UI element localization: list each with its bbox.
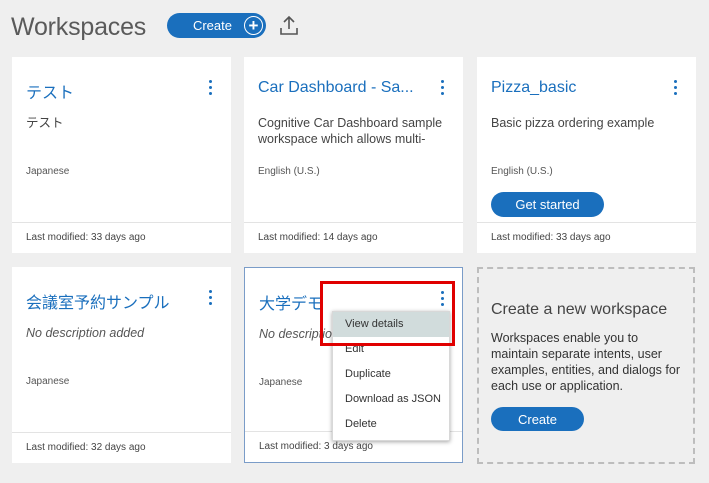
create-workspace-description: Workspaces enable you to maintain separa… [491, 331, 680, 393]
workspace-card[interactable]: 会議室予約サンプル No description added Japanese … [12, 267, 231, 463]
workspace-language: Japanese [259, 377, 303, 388]
overflow-menu-icon[interactable] [205, 290, 215, 308]
get-started-button[interactable]: Get started [491, 192, 604, 217]
create-button[interactable]: Create [491, 407, 584, 431]
page-title: Workspaces [11, 12, 147, 41]
menu-item-duplicate[interactable]: Duplicate [333, 362, 449, 387]
page-header: Workspaces [11, 10, 146, 44]
workspace-card[interactable]: Car Dashboard - Sa... Cognitive Car Dash… [244, 57, 463, 253]
overflow-menu-icon[interactable] [670, 80, 680, 98]
create-workspace-title: Create a new workspace [491, 301, 668, 318]
workspace-modified: Last modified: 32 days ago [12, 432, 231, 463]
create-workspace-card: Create a new workspace Workspaces enable… [477, 267, 695, 464]
workspace-title[interactable]: Pizza_basic [491, 79, 661, 97]
workspace-description: Cognitive Car Dashboard sample workspace… [258, 116, 443, 146]
overflow-menu-icon[interactable] [437, 80, 447, 98]
workspace-title[interactable]: Car Dashboard - Sa... [258, 79, 428, 97]
menu-item-download-json[interactable]: Download as JSON [333, 387, 449, 412]
workspace-description: Basic pizza ordering example [491, 116, 655, 130]
annotation-highlight-box [320, 281, 455, 346]
overflow-menu-icon[interactable] [205, 80, 215, 98]
workspace-language: English (U.S.) [491, 166, 553, 177]
workspace-language: English (U.S.) [258, 166, 320, 177]
create-workspace-button[interactable]: Create + [167, 13, 266, 38]
upload-icon[interactable] [279, 15, 299, 37]
create-button-label: Create [192, 18, 232, 33]
workspace-language: Japanese [26, 376, 70, 387]
workspace-card[interactable]: Pizza_basic Basic pizza ordering example… [477, 57, 696, 253]
menu-item-delete[interactable]: Delete [333, 412, 449, 437]
workspace-language: Japanese [26, 166, 70, 177]
workspace-card[interactable]: テスト テスト Japanese Last modified: 33 days … [12, 57, 231, 253]
workspace-modified: Last modified: 33 days ago [12, 222, 231, 253]
workspace-modified: Last modified: 33 days ago [477, 222, 696, 253]
workspace-modified: Last modified: 14 days ago [244, 222, 463, 253]
workspace-title[interactable]: 会議室予約サンプル [26, 289, 196, 313]
plus-circle-icon: + [244, 16, 263, 35]
workspace-description: テスト [26, 116, 64, 130]
workspace-title[interactable]: テスト [26, 79, 196, 103]
workspace-description: No description added [26, 326, 145, 340]
